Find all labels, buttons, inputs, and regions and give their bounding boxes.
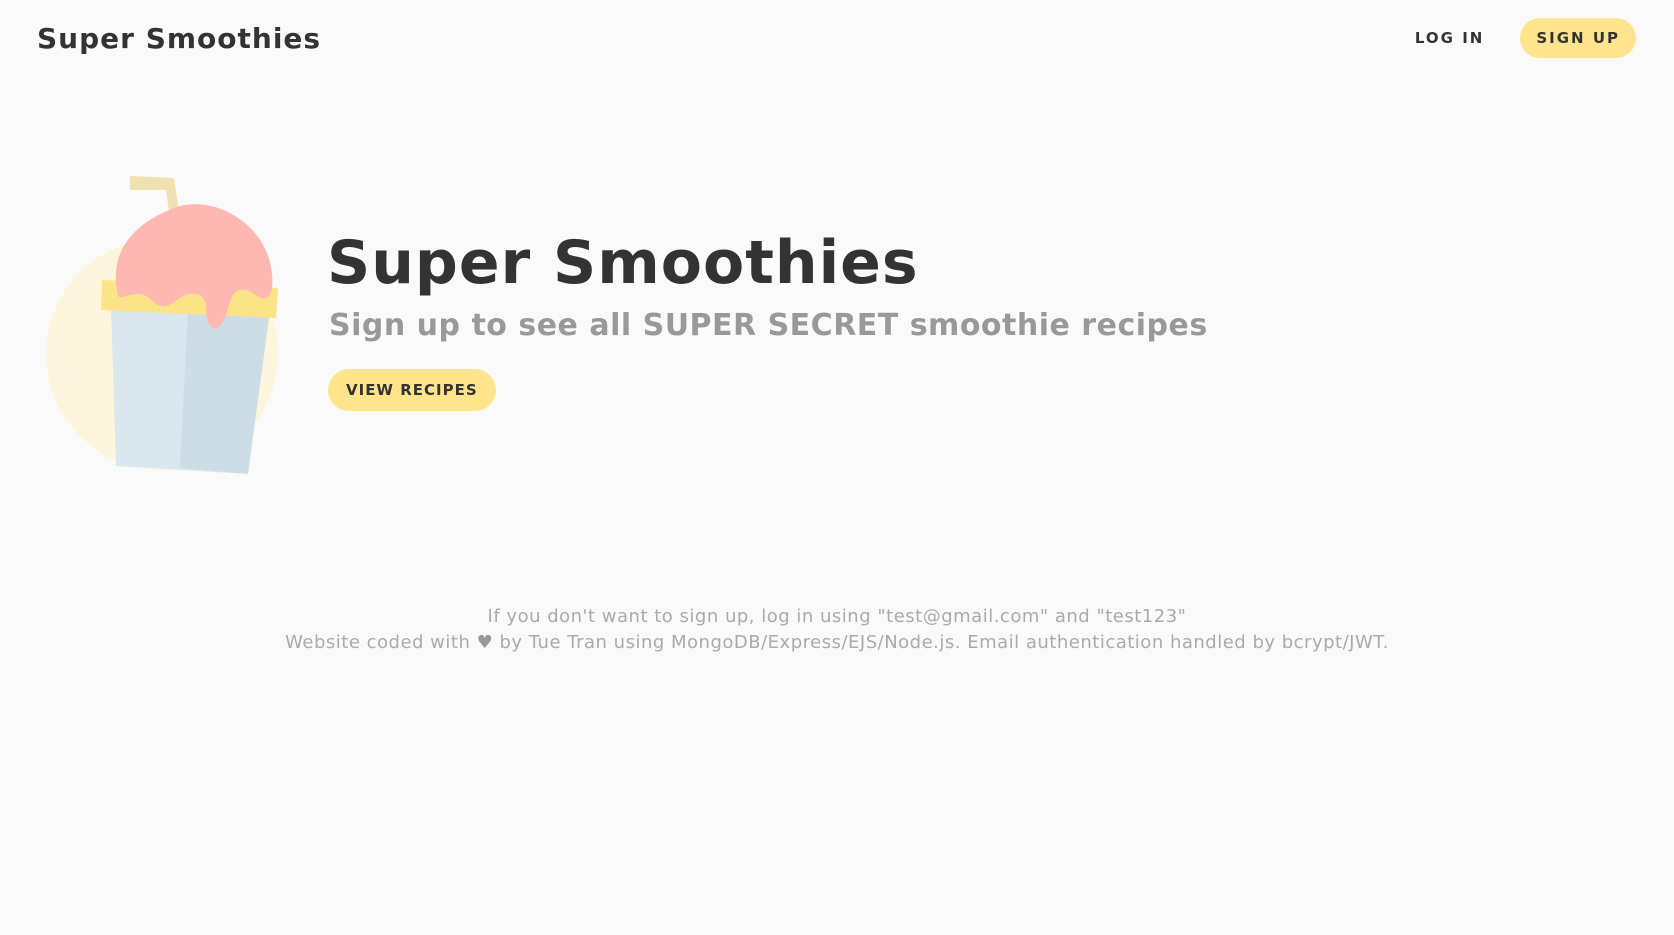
brand-logo[interactable]: Super Smoothies [37, 22, 321, 55]
footer-login-hint: If you don't want to sign up, log in usi… [487, 606, 1187, 627]
top-nav: Super Smoothies LOG IN SIGN UP [0, 0, 1674, 80]
hero-subtitle: Sign up to see all SUPER SECRET smoothie… [329, 308, 1208, 343]
footer-credits: Website coded with ♥ by Tue Tran using M… [0, 630, 1674, 656]
footer: If you don't want to sign up, log in usi… [0, 604, 1674, 656]
heart-icon: ♥ [476, 632, 494, 653]
hero-title: Super Smoothies [327, 228, 919, 298]
view-recipes-button[interactable]: VIEW RECIPES [328, 369, 496, 411]
page: Super Smoothies LOG IN SIGN UP Super Smo… [0, 0, 1674, 935]
hero: Super Smoothies Sign up to see all SUPER… [327, 228, 1208, 411]
footer-credits-prefix: Website coded with [285, 632, 471, 653]
login-link[interactable]: LOG IN [1409, 19, 1490, 57]
footer-credits-suffix: by Tue Tran using MongoDB/Express/EJS/No… [499, 632, 1389, 653]
signup-button[interactable]: SIGN UP [1520, 18, 1636, 58]
nav-links: LOG IN SIGN UP [1409, 18, 1636, 58]
smoothie-cup-icon [40, 176, 290, 480]
